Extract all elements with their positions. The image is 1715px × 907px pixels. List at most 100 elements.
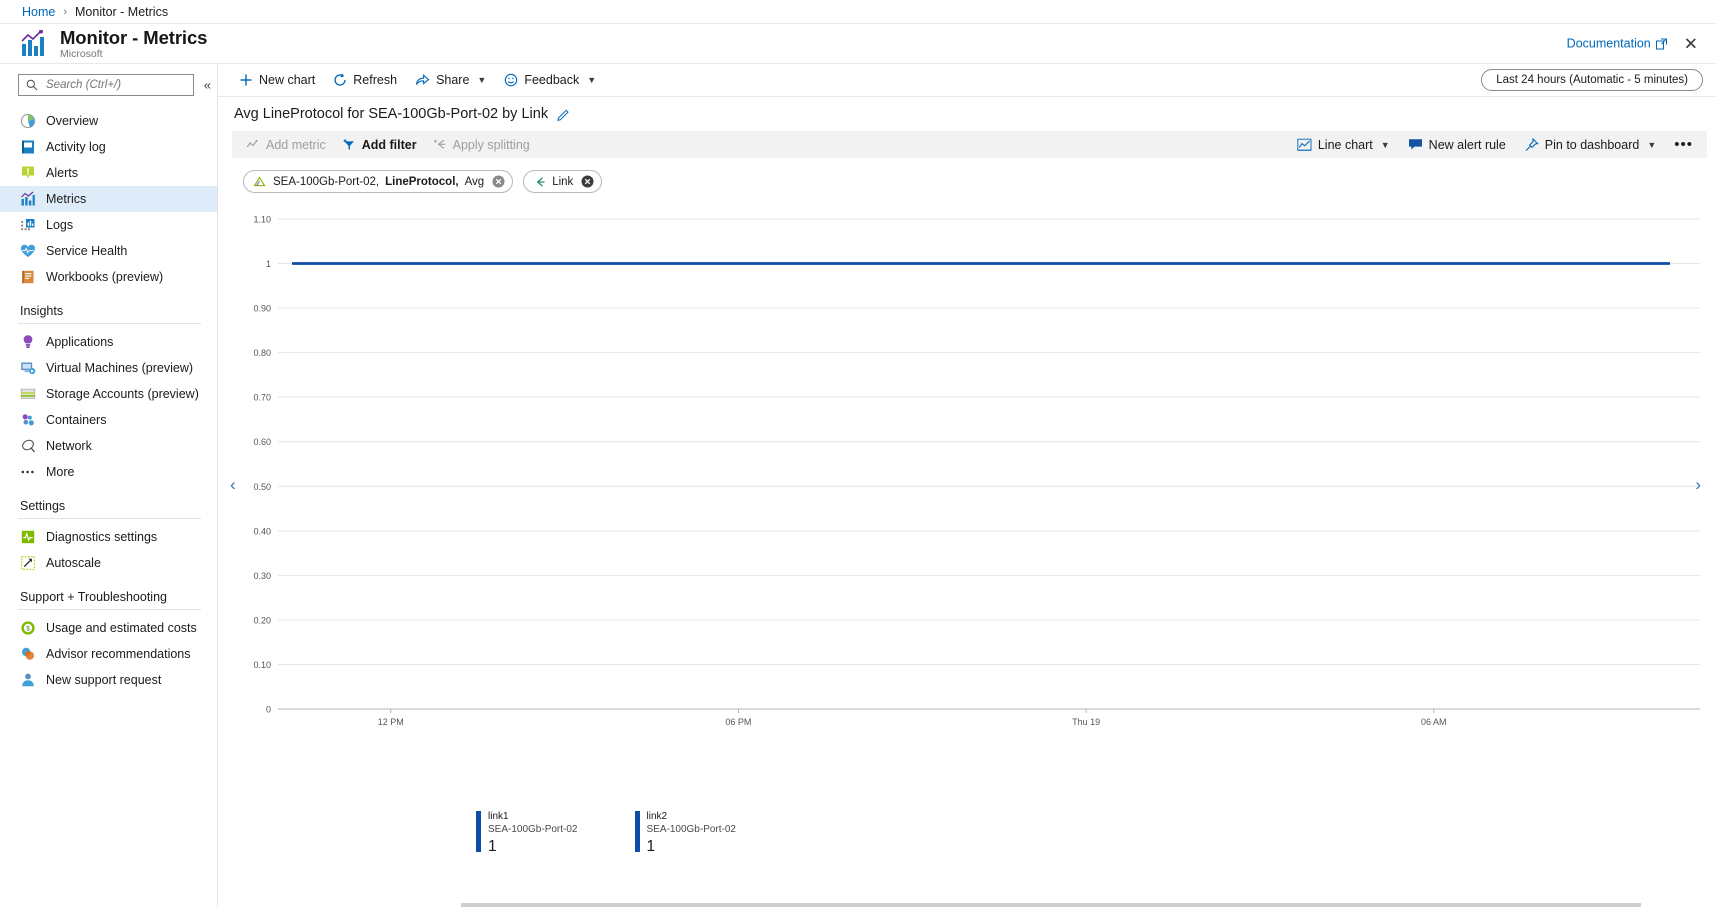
- chart-next-arrow[interactable]: ›: [1695, 475, 1701, 495]
- plus-icon: [239, 73, 253, 87]
- support-request-icon: [20, 672, 36, 688]
- sidebar-divider: [18, 518, 201, 519]
- sidebar-item-label: Autoscale: [46, 556, 101, 570]
- chevron-down-icon: ▼: [1381, 140, 1390, 150]
- refresh-button[interactable]: Refresh: [326, 69, 404, 91]
- legend-color-swatch: [476, 811, 481, 852]
- sidebar-item-virtual-machines[interactable]: Virtual Machines (preview): [0, 355, 217, 381]
- usage-costs-icon: $: [20, 620, 36, 636]
- legend-item[interactable]: link1SEA-100Gb-Port-021: [476, 811, 578, 856]
- search-input[interactable]: [44, 78, 189, 92]
- chart-legend: link1SEA-100Gb-Port-021link2SEA-100Gb-Po…: [218, 811, 1715, 856]
- sidebar-item-network[interactable]: Network: [0, 433, 217, 459]
- new-chart-button[interactable]: New chart: [232, 69, 322, 91]
- svg-text:0.60: 0.60: [253, 437, 271, 447]
- svg-text:0: 0: [266, 705, 271, 715]
- svg-text:0.10: 0.10: [253, 660, 271, 670]
- breadcrumb-separator: ›: [63, 6, 67, 18]
- breadcrumb-home[interactable]: Home: [22, 5, 55, 19]
- activity-log-icon: [20, 139, 36, 155]
- metric-chip-aggregation: Avg: [465, 176, 485, 188]
- page-subtitle: Microsoft: [60, 48, 207, 60]
- new-alert-rule-button[interactable]: New alert rule: [1400, 135, 1514, 155]
- metric-chips: SEA-100Gb-Port-02, LineProtocol, Avg Lin…: [218, 158, 1715, 193]
- close-icon[interactable]: [581, 175, 594, 188]
- svg-text:0.20: 0.20: [253, 615, 271, 625]
- sidebar-search-wrap: «: [0, 74, 217, 96]
- metric-chip[interactable]: SEA-100Gb-Port-02, LineProtocol, Avg: [243, 170, 513, 193]
- sidebar-item-storage-accounts[interactable]: Storage Accounts (preview): [0, 381, 217, 407]
- chart-type-button[interactable]: Line chart ▼: [1289, 135, 1398, 155]
- sidebar-item-label: Workbooks (preview): [46, 270, 163, 284]
- content-area: New chart Refresh Share ▼: [218, 64, 1715, 907]
- sidebar-item-diagnostics-settings[interactable]: Diagnostics settings: [0, 524, 217, 550]
- alert-rule-icon: [1408, 138, 1423, 151]
- split-chip[interactable]: Link: [523, 170, 602, 193]
- time-range-picker[interactable]: Last 24 hours (Automatic - 5 minutes): [1481, 69, 1703, 91]
- legend-series-name: link2: [647, 811, 737, 823]
- share-icon: [415, 73, 430, 87]
- feedback-label: Feedback: [524, 73, 579, 87]
- svg-text:0.40: 0.40: [253, 526, 271, 536]
- chart-title: Avg LineProtocol for SEA-100Gb-Port-02 b…: [234, 106, 548, 122]
- advisor-icon: [20, 646, 36, 662]
- sidebar-item-new-support-request[interactable]: New support request: [0, 667, 217, 693]
- pin-to-dashboard-button[interactable]: Pin to dashboard ▼: [1516, 135, 1664, 155]
- close-blade-button[interactable]: ✕: [1681, 33, 1701, 54]
- add-filter-button[interactable]: Add filter: [334, 135, 425, 155]
- search-box[interactable]: [18, 74, 194, 96]
- metric-toolbar-right: Line chart ▼ New alert rule: [1289, 135, 1701, 155]
- horizontal-scrollbar[interactable]: [436, 903, 1715, 907]
- new-alert-rule-label: New alert rule: [1429, 138, 1506, 152]
- new-chart-label: New chart: [259, 73, 315, 87]
- sidebar-item-autoscale[interactable]: Autoscale: [0, 550, 217, 576]
- metrics-line-chart[interactable]: 1.1010.900.800.700.600.500.400.300.200.1…: [218, 205, 1708, 765]
- collapse-sidebar-button[interactable]: «: [204, 78, 211, 93]
- chevron-down-icon: ▼: [587, 75, 596, 85]
- close-icon[interactable]: [492, 175, 505, 188]
- breadcrumb: Home › Monitor - Metrics: [0, 0, 1715, 24]
- sidebar-item-more[interactable]: More: [0, 459, 217, 485]
- sidebar-item-logs[interactable]: Logs: [0, 212, 217, 238]
- svg-text:0.90: 0.90: [253, 304, 271, 314]
- share-button[interactable]: Share ▼: [408, 69, 493, 91]
- sidebar-item-label: Overview: [46, 114, 98, 128]
- sidebar-item-label: Metrics: [46, 192, 86, 206]
- diagnostics-settings-icon: [20, 529, 36, 545]
- pencil-icon[interactable]: [557, 108, 570, 121]
- sidebar: « Overview: [0, 64, 218, 907]
- svg-text:06 PM: 06 PM: [725, 717, 751, 727]
- chevron-down-icon: ▼: [477, 75, 486, 85]
- chart-prev-arrow[interactable]: ‹: [230, 475, 236, 495]
- sidebar-item-advisor-recommendations[interactable]: Advisor recommendations: [0, 641, 217, 667]
- breadcrumb-current: Monitor - Metrics: [75, 5, 168, 19]
- svg-text:1.10: 1.10: [253, 215, 271, 225]
- sidebar-item-label: Storage Accounts (preview): [46, 387, 199, 401]
- add-metric-button[interactable]: Add metric: [238, 135, 334, 155]
- feedback-button[interactable]: Feedback ▼: [497, 69, 603, 91]
- sidebar-item-containers[interactable]: Containers: [0, 407, 217, 433]
- legend-series-resource: SEA-100Gb-Port-02: [488, 823, 578, 836]
- body-row: « Overview: [0, 64, 1715, 907]
- more-options-button[interactable]: •••: [1666, 137, 1701, 152]
- sidebar-item-usage-and-estimated-costs[interactable]: $ Usage and estimated costs: [0, 615, 217, 641]
- legend-item[interactable]: link2SEA-100Gb-Port-021: [635, 811, 737, 856]
- apply-splitting-button[interactable]: Apply splitting: [425, 135, 538, 155]
- sidebar-item-overview[interactable]: Overview: [0, 108, 217, 134]
- documentation-link[interactable]: Documentation: [1567, 37, 1667, 51]
- chart-area: 1.1010.900.800.700.600.500.400.300.200.1…: [218, 205, 1715, 805]
- feedback-icon: [504, 73, 518, 87]
- sidebar-item-metrics[interactable]: Metrics: [0, 186, 217, 212]
- sidebar-item-service-health[interactable]: Service Health: [0, 238, 217, 264]
- svg-text:12 PM: 12 PM: [378, 717, 404, 727]
- share-label: Share: [436, 73, 469, 87]
- metric-toolbar: Add metric Add filter: [232, 131, 1707, 158]
- sidebar-item-workbooks[interactable]: Workbooks (preview): [0, 264, 217, 290]
- azure-portal-page: Home › Monitor - Metrics Monitor - Metri…: [0, 0, 1715, 907]
- svg-text:0.50: 0.50: [253, 482, 271, 492]
- sidebar-item-alerts[interactable]: Alerts: [0, 160, 217, 186]
- legend-color-swatch: [635, 811, 640, 852]
- sidebar-item-activity-log[interactable]: Activity log: [0, 134, 217, 160]
- page-title-bar: Monitor - Metrics Microsoft Documentatio…: [0, 24, 1715, 64]
- sidebar-item-applications[interactable]: Applications: [0, 329, 217, 355]
